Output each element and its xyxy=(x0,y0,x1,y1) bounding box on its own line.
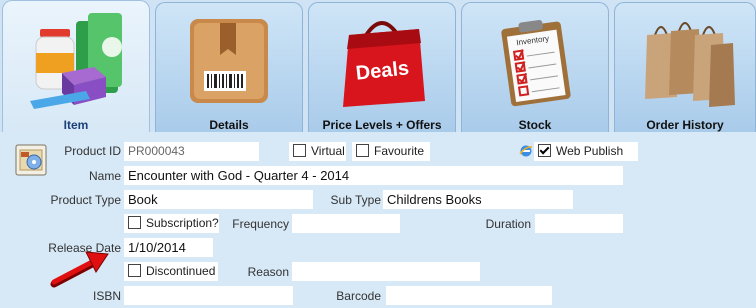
shopping-bags-icon xyxy=(615,9,755,109)
web-publish-check-square[interactable] xyxy=(538,144,551,157)
sub-type-label: Sub Type xyxy=(330,193,381,207)
barcode-label: Barcode xyxy=(336,289,381,303)
name-label: Name xyxy=(88,169,121,183)
product-type-field[interactable]: Book xyxy=(124,190,313,209)
product-id-field[interactable]: PR000043 xyxy=(124,142,259,161)
discontinued-checkbox[interactable]: Discontinued xyxy=(124,262,218,281)
tab-item[interactable]: Item xyxy=(2,0,150,133)
duration-field[interactable] xyxy=(535,214,623,233)
tab-price-levels-offers[interactable]: Deals Price Levels + Offers xyxy=(308,2,456,132)
favourite-check-square[interactable] xyxy=(356,144,369,157)
favourite-checkbox[interactable]: Favourite xyxy=(352,142,430,161)
reason-label: Reason xyxy=(247,265,289,279)
tab-bar: Item Details Deals Price Levels + Offers… xyxy=(0,0,756,133)
tab-label: Item xyxy=(63,118,89,132)
deals-bag-icon: Deals xyxy=(309,9,455,109)
barcode-field[interactable] xyxy=(386,286,552,305)
inventory-clipboard-icon: Inventory xyxy=(462,9,608,109)
discontinued-label: Discontinued xyxy=(146,264,216,278)
product-bottles-icon xyxy=(3,7,149,109)
favourite-label: Favourite xyxy=(374,144,425,158)
reason-field[interactable] xyxy=(292,262,480,281)
virtual-check-square[interactable] xyxy=(293,144,306,157)
isbn-field[interactable] xyxy=(124,286,293,305)
subscription-checkbox[interactable]: Subscription? xyxy=(124,214,219,233)
item-form: Product ID PR000043 Virtual Favourite We… xyxy=(0,132,756,308)
tab-label: Details xyxy=(209,118,249,132)
product-id-label: Product ID xyxy=(64,144,121,158)
discontinued-check-square[interactable] xyxy=(128,264,141,277)
web-publish-checkbox[interactable]: Web Publish xyxy=(534,142,638,161)
subscription-check-square[interactable] xyxy=(128,216,141,229)
release-date-field[interactable]: 1/10/2014 xyxy=(124,238,213,257)
tab-details[interactable]: Details xyxy=(155,2,303,132)
isbn-label: ISBN xyxy=(92,289,121,303)
duration-label: Duration xyxy=(485,217,531,231)
frequency-label: Frequency xyxy=(232,217,289,231)
sub-type-field[interactable]: Childrens Books xyxy=(383,190,573,209)
tab-label: Price Levels + Offers xyxy=(322,118,442,132)
virtual-label: Virtual xyxy=(311,144,345,158)
name-field[interactable]: Encounter with God - Quarter 4 - 2014 xyxy=(124,166,623,185)
tab-stock[interactable]: Inventory Stock xyxy=(461,2,609,132)
cardboard-box-icon xyxy=(156,9,302,109)
tab-label: Stock xyxy=(518,118,552,132)
frequency-field[interactable] xyxy=(292,214,400,233)
internet-explorer-icon xyxy=(519,144,533,161)
web-publish-label: Web Publish xyxy=(556,144,624,158)
tab-label: Order History xyxy=(646,118,724,132)
subscription-label: Subscription? xyxy=(146,216,219,230)
virtual-checkbox[interactable]: Virtual xyxy=(289,142,346,161)
red-arrow-icon xyxy=(48,250,110,293)
tab-order-history[interactable]: Order History xyxy=(614,2,756,132)
product-type-label: Product Type xyxy=(50,193,122,207)
